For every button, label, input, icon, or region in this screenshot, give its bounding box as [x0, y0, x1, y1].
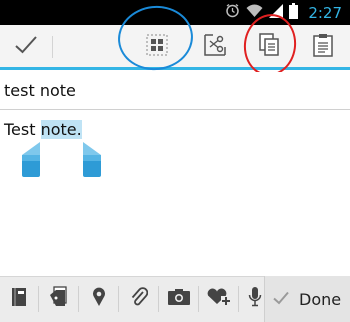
attachment-button[interactable]: [120, 276, 158, 322]
selection-start-handle[interactable]: [20, 142, 42, 183]
tag-button[interactable]: [40, 276, 78, 322]
location-icon: [92, 287, 106, 311]
checkmark-icon: [273, 290, 289, 309]
done-check-icon: [14, 35, 38, 59]
cut-icon: [203, 34, 227, 60]
done-check-area: [266, 276, 296, 322]
microphone-icon: [248, 286, 262, 312]
note-body-field[interactable]: Test note.: [0, 111, 350, 275]
note-body-text: Test note.: [4, 120, 82, 139]
action-bar-divider: [52, 36, 53, 58]
action-bar-accent-line: [0, 67, 350, 70]
cut-button[interactable]: [194, 25, 236, 69]
toolbar-separator: [78, 286, 79, 312]
toolbar-separator: [238, 286, 239, 312]
toolbar-separator: [198, 286, 199, 312]
battery-icon: [289, 2, 299, 23]
add-image-button[interactable]: [200, 276, 238, 322]
toolbar-separator: [158, 286, 159, 312]
alarm-icon: [225, 3, 240, 22]
notebook-icon: [11, 287, 27, 311]
done-label: Done: [299, 290, 342, 309]
toolbar-separator: [38, 286, 39, 312]
note-title-field[interactable]: test note: [0, 72, 350, 110]
paste-icon: [312, 33, 334, 61]
tag-icon: [49, 286, 69, 312]
camera-button[interactable]: [160, 276, 198, 322]
selection-end-handle[interactable]: [81, 142, 103, 183]
add-image-icon: [206, 287, 232, 311]
notebook-button[interactable]: [0, 276, 38, 322]
note-title-text: test note: [4, 81, 76, 100]
body-unselected-text: Test: [4, 120, 41, 139]
toolbar-separator: [118, 286, 119, 312]
done-action-button[interactable]: [4, 25, 48, 69]
location-button[interactable]: [80, 276, 118, 322]
camera-icon: [167, 288, 191, 310]
screen: 2:27 test note Test note. Done: [0, 0, 350, 322]
body-selected-text: note.: [40, 120, 82, 139]
attachment-icon: [130, 286, 149, 312]
status-time: 2:27: [308, 3, 342, 22]
paste-button[interactable]: [302, 25, 344, 69]
